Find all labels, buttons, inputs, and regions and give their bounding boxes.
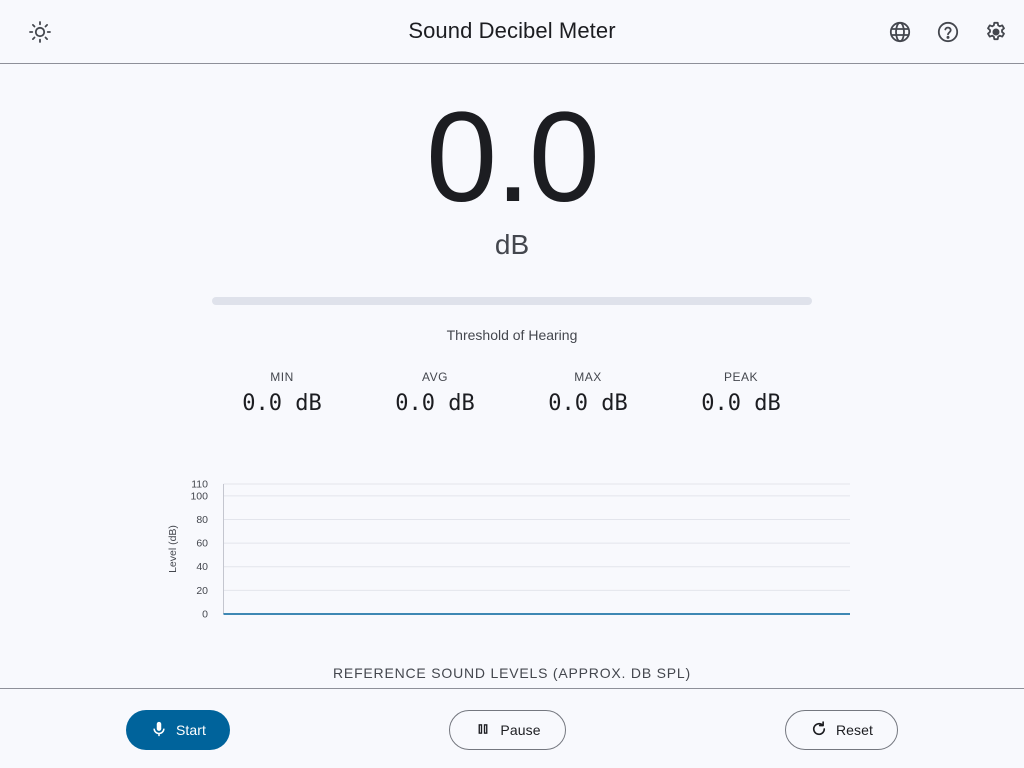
stat-value: 0.0 dB	[395, 391, 475, 416]
start-button-label: Start	[175, 722, 207, 738]
chart-y-tick-label: 20	[196, 585, 208, 597]
stat-value: 0.0 dB	[701, 391, 781, 416]
level-description: Threshold of Hearing	[446, 327, 578, 343]
chart-y-tick-label: 80	[196, 514, 208, 526]
help-icon	[936, 20, 960, 44]
stat-label: AVG	[422, 370, 448, 384]
stat-value: 0.0 dB	[242, 391, 322, 416]
refresh-icon	[810, 720, 836, 741]
level-progress-bar	[212, 297, 812, 305]
mic-icon	[150, 720, 176, 741]
chart-y-tick-label: 40	[196, 561, 208, 573]
reset-button-label: Reset	[835, 722, 874, 738]
decibel-reading: 0.0	[426, 86, 600, 229]
chart-y-tick-label: 110	[191, 479, 208, 491]
language-icon	[888, 20, 912, 44]
chart-y-tick-label: 0	[202, 609, 208, 621]
chart-svg: 0 20 40 60 80 100110 Level (dB)	[167, 479, 850, 621]
chart-y-tick-label: 100	[190, 490, 208, 502]
reference-levels-title: REFERENCE SOUND LEVELS (APPROX. DB SPL)	[333, 665, 691, 681]
stat-label: PEAK	[723, 370, 758, 384]
level-history-chart: 0 20 40 60 80 100 110 Level (dB)	[160, 470, 860, 630]
page-title: Sound Decibel Meter	[408, 18, 616, 43]
pause-icon	[474, 720, 500, 741]
settings-icon	[984, 20, 1008, 44]
stat-value: 0.0 dB	[548, 391, 628, 416]
language-button[interactable]	[880, 12, 920, 52]
stat-label: MAX	[574, 370, 602, 384]
stat-max: MAX 0.0 dB	[518, 369, 658, 418]
stat-peak: PEAK 0.0 dB	[671, 369, 811, 418]
stat-avg: AVG 0.0 dB	[365, 369, 505, 418]
settings-button[interactable]	[976, 12, 1016, 52]
top-app-bar: Sound Decibel Meter	[0, 0, 1024, 64]
pause-button-label: Pause	[500, 722, 541, 738]
bottom-action-bar: Start Pause Reset	[0, 688, 1024, 768]
app: Sound Decibel Meter 0.0 dB Threshold of …	[0, 0, 1024, 768]
start-button[interactable]: Start	[126, 710, 230, 750]
reset-button[interactable]: Reset	[785, 710, 898, 750]
chart-y-tick-label: 60	[196, 538, 208, 550]
help-button[interactable]	[928, 12, 968, 52]
stat-label: MIN	[270, 370, 294, 384]
stat-min: MIN 0.0 dB	[212, 369, 352, 418]
chart-y-axis-label: Level (dB)	[167, 525, 179, 573]
pause-button[interactable]: Pause	[449, 710, 566, 750]
decibel-unit: dB	[494, 229, 530, 260]
